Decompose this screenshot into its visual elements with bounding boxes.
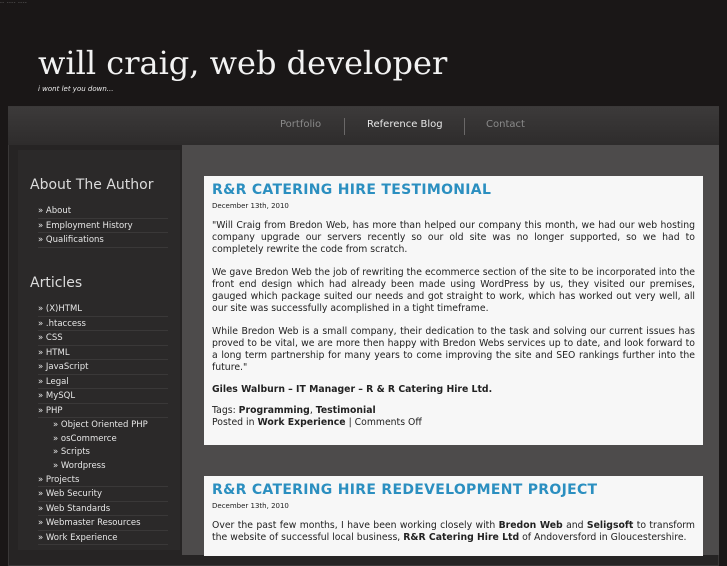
post-text: of Andoversford in Gloucestershire. [519, 532, 687, 543]
sidebar-item-webmaster-resources[interactable]: » Webmaster Resources [38, 516, 168, 531]
post-card: R&R CATERING HIRE REDEVELOPMENT PROJECT … [204, 476, 703, 556]
sidebar-item-mysql[interactable]: » MySQL [38, 389, 168, 404]
comments-status: | Comments Off [345, 417, 422, 428]
sidebar-item-htaccess[interactable]: » .htaccess [38, 317, 168, 331]
sidebar-item-wordpress[interactable]: » Wordpress [38, 459, 168, 473]
main-nav: Portfolio Reference Blog Contact [8, 107, 719, 145]
post-text: Over the past few months, I have been wo… [212, 520, 499, 531]
post-date: December 13th, 2010 [212, 202, 289, 210]
sidebar-item-html[interactable]: » HTML [38, 346, 168, 360]
articles-list: » (X)HTML » .htaccess » CSS » HTML » Jav… [38, 302, 168, 546]
nav-contact[interactable]: Contact [486, 119, 525, 130]
articles-heading: Articles [30, 275, 83, 291]
posted-in-label: Posted in [212, 417, 258, 428]
post-title-link[interactable]: R&R CATERING HIRE TESTIMONIAL [212, 182, 695, 198]
post-signature: Giles Walburn – IT Manager – R & R Cater… [212, 384, 493, 395]
sidebar-item-web-standards[interactable]: » Web Standards [38, 502, 168, 517]
nav-divider [464, 118, 465, 135]
site-title[interactable]: will craig, web developer [38, 44, 447, 82]
nav-portfolio[interactable]: Portfolio [280, 119, 321, 130]
link-bredon-web[interactable]: Bredon Web [499, 520, 563, 531]
link-rr-catering-hire[interactable]: R&R Catering Hire Ltd [403, 532, 519, 543]
site-tagline: i wont let you down... [38, 85, 114, 93]
nav-reference-blog[interactable]: Reference Blog [367, 119, 443, 130]
top-line-text: -- ---- ---- [0, 0, 28, 6]
post-paragraph: "Will Craig from Bredon Web, has more th… [212, 220, 695, 255]
about-list: » About » Employment History » Qualifica… [38, 204, 168, 248]
sidebar-item-xhtml[interactable]: » (X)HTML [38, 302, 168, 317]
post-paragraph: While Bredon Web is a small company, the… [212, 326, 695, 373]
link-seligsoft[interactable]: Seligsoft [587, 520, 633, 531]
sidebar-item-work-experience[interactable]: » Work Experience [38, 531, 168, 546]
tag-link-programming[interactable]: Programming [239, 405, 310, 416]
post-date: December 13th, 2010 [212, 502, 289, 510]
sidebar-item-legal[interactable]: » Legal [38, 375, 168, 389]
tag-link-testimonial[interactable]: Testimonial [316, 405, 376, 416]
category-link-work-experience[interactable]: Work Experience [257, 417, 345, 428]
tags-label: Tags: [212, 405, 239, 416]
post-title-link[interactable]: R&R CATERING HIRE REDEVELOPMENT PROJECT [212, 482, 695, 498]
post-meta: Tags: Programming, Testimonial Posted in… [212, 405, 695, 429]
sidebar-item-about[interactable]: » About [38, 204, 168, 219]
sidebar-item-php[interactable]: » PHP [38, 404, 168, 418]
post-paragraph: Over the past few months, I have been wo… [212, 520, 695, 544]
post-card: R&R CATERING HIRE TESTIMONIAL December 1… [204, 176, 703, 445]
sidebar-item-projects[interactable]: » Projects [38, 473, 168, 488]
sidebar-item-scripts[interactable]: » Scripts [38, 445, 168, 459]
about-heading: About The Author [30, 177, 154, 193]
sidebar-item-oscommerce[interactable]: » osCommerce [38, 432, 168, 446]
sidebar-item-employment-history[interactable]: » Employment History [38, 219, 168, 233]
sidebar-item-object-oriented-php[interactable]: » Object Oriented PHP [38, 418, 168, 432]
sidebar-item-css[interactable]: » CSS [38, 331, 168, 346]
post-text: and [562, 520, 587, 531]
sidebar-item-javascript[interactable]: » JavaScript [38, 360, 168, 375]
post-paragraph: We gave Bredon Web the job of rewriting … [212, 267, 695, 314]
sidebar-item-qualifications[interactable]: » Qualifications [38, 233, 168, 248]
sidebar-item-web-security[interactable]: » Web Security [38, 487, 168, 502]
nav-divider [344, 118, 345, 135]
